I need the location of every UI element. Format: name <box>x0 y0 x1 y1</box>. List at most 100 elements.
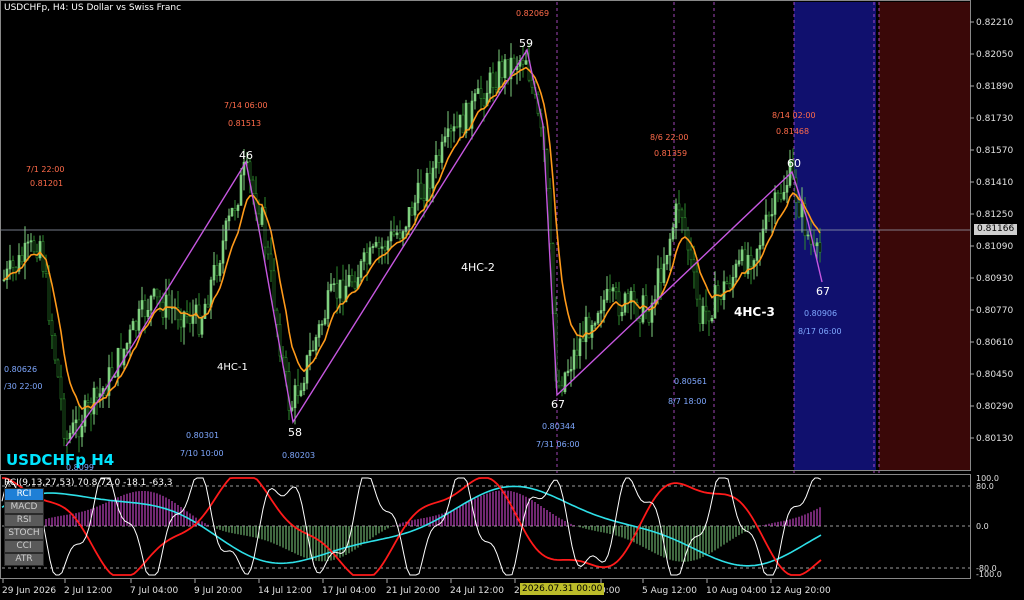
candle-body <box>167 294 171 308</box>
rci-button[interactable]: RCI <box>4 488 44 501</box>
candle-body <box>455 126 459 128</box>
cci-button[interactable]: CCI <box>4 540 44 553</box>
candle-body <box>362 252 366 262</box>
candle-body <box>764 214 768 230</box>
time-tick-label: 10 Aug 04:00 <box>706 586 767 596</box>
candle-body <box>365 252 369 265</box>
time-tick-label: 17 Jul 04:00 <box>322 586 376 596</box>
candle-body <box>272 270 276 311</box>
candle-body <box>44 270 48 274</box>
rsi-button[interactable]: RSI <box>4 514 44 527</box>
atr-button[interactable]: ATR <box>4 553 44 566</box>
candle-body <box>110 367 114 378</box>
candle-body <box>239 174 243 206</box>
swing-high-price: 0.82069 <box>516 9 549 18</box>
candle-body <box>227 215 231 222</box>
price-tick-label: 0.80770 <box>976 306 1013 316</box>
candle-body <box>755 248 759 261</box>
candle-body <box>605 288 609 301</box>
swing-low-price: 0.80906 <box>804 309 837 318</box>
candle-body <box>437 155 441 163</box>
swing-high-date: 8/6 22:00 <box>650 133 688 142</box>
swing-low-date: /30 22:00 <box>4 382 42 391</box>
candle-body <box>230 207 234 217</box>
candle-body <box>65 437 69 440</box>
candle-body <box>164 294 168 318</box>
candle-body <box>125 343 129 350</box>
candle-body <box>641 295 645 323</box>
candle-body <box>26 241 30 244</box>
stoch-button[interactable]: STOCH <box>4 527 44 540</box>
candle-body <box>152 288 156 297</box>
candle-body <box>782 192 786 200</box>
swing-high-price: 0.81201 <box>30 179 63 188</box>
candle-body <box>311 349 315 352</box>
swing-high-price: 0.81513 <box>228 119 261 128</box>
candle-body <box>716 285 720 296</box>
candle-body <box>467 102 471 129</box>
swing-high-date: 7/1 22:00 <box>26 165 64 174</box>
candle-body <box>722 281 726 300</box>
candle-body <box>215 265 219 276</box>
swing-low-price: 0.80344 <box>542 422 575 431</box>
candle-body <box>449 128 453 132</box>
candle-body <box>188 316 192 324</box>
candle-body <box>566 370 570 374</box>
candle-body <box>698 298 702 324</box>
current-price-badge: 0.81166 <box>974 224 1018 235</box>
candle-body <box>68 432 72 439</box>
candle-body <box>71 422 75 434</box>
candle-body <box>482 98 486 107</box>
candle-body <box>308 350 312 356</box>
candle-body <box>506 59 510 80</box>
candle-body <box>446 128 450 138</box>
time-tick-label: 24 Jul 12:00 <box>450 586 504 596</box>
cycle-label: 4HC-2 <box>461 261 495 274</box>
candle-body <box>371 246 375 248</box>
candle-body <box>368 247 372 265</box>
candle-body <box>524 60 528 65</box>
candle-body <box>398 232 402 239</box>
candle-body <box>776 192 780 195</box>
candle-body <box>293 385 297 409</box>
candle-body <box>431 167 435 189</box>
candle-body <box>521 60 525 65</box>
candle-body <box>302 382 306 391</box>
candle-body <box>671 227 675 240</box>
candle-body <box>56 359 60 378</box>
chart-canvas[interactable]: 7/1 22:00 0.81201 7/14 06:00 0.81513 0.82069… <box>0 0 1024 600</box>
candle-body <box>638 318 642 323</box>
price-tick-label: 0.80450 <box>976 370 1013 380</box>
cycle-label: 4HC-1 <box>217 362 248 373</box>
candle-body <box>20 255 24 263</box>
candle-body <box>284 357 288 372</box>
candle-body <box>113 376 117 378</box>
candle-body <box>179 319 183 328</box>
candle-body <box>749 254 753 267</box>
swing-high-price: 0.81468 <box>776 127 809 136</box>
candle-body <box>332 283 336 285</box>
candle-body <box>137 308 141 331</box>
time-axis[interactable]: 29 Jun 2026 2 Jul 12:00 7 Jul 04:00 9 Jul 2… <box>2 579 831 596</box>
macd-button[interactable]: MACD <box>4 501 44 514</box>
candle-body <box>233 207 237 211</box>
candle-body <box>740 249 744 262</box>
candle-body <box>155 288 159 298</box>
candle-body <box>494 87 498 90</box>
candle-body <box>323 318 327 325</box>
candle-body <box>611 287 615 292</box>
red-zone <box>879 2 970 470</box>
candle-body <box>11 260 15 268</box>
price-tick-label: 0.81410 <box>976 178 1013 188</box>
candle-body <box>710 317 714 322</box>
candle-body <box>581 338 585 343</box>
candle-body <box>131 321 135 331</box>
candle-body <box>38 241 42 259</box>
time-tick-label: 7 Jul 04:00 <box>130 586 179 596</box>
wave-count-label: 59 <box>519 37 533 50</box>
candle-body <box>389 231 393 242</box>
candle-body <box>569 369 573 372</box>
candle-body <box>359 261 363 278</box>
candle-body <box>200 318 204 335</box>
candle-body <box>677 203 681 211</box>
